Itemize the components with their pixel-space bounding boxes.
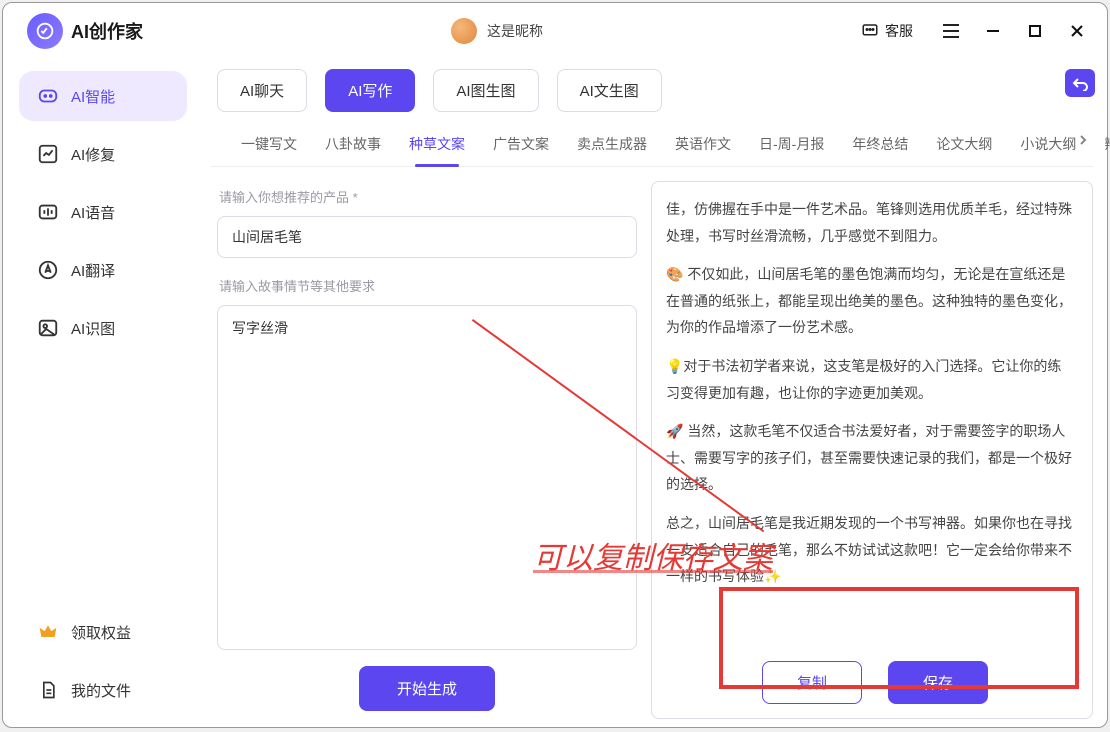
subtab-yearend[interactable]: 年终总结 [852, 126, 908, 166]
file-icon [37, 679, 59, 701]
subtab-novel[interactable]: 小说大纲 [1020, 126, 1076, 166]
return-button[interactable] [1065, 69, 1095, 97]
subtab-english[interactable]: 英语作文 [675, 126, 731, 166]
sidebar-item-myfiles[interactable]: 我的文件 [19, 665, 187, 715]
subtab-sellingpoint[interactable]: 卖点生成器 [577, 126, 647, 166]
sidebar-item-ai-smart[interactable]: AI智能 [19, 71, 187, 121]
product-label: 请输入你想推荐的产品 * [219, 187, 637, 206]
chat-icon [861, 22, 879, 40]
sidebar-item-label: AI智能 [71, 86, 115, 107]
sub-tabs: 一键写文 八卦故事 种草文案 广告文案 卖点生成器 英语作文 日-周-月报 年终… [211, 122, 1093, 167]
sidebar-item-rewards[interactable]: 领取权益 [19, 607, 187, 657]
app-logo-wrap: AI创作家 [27, 13, 143, 49]
chevron-right-icon [1077, 134, 1089, 146]
tab-write[interactable]: AI写作 [325, 69, 415, 112]
input-panel: 请输入你想推荐的产品 * 请输入故事情节等其他要求 开始生成 [217, 181, 637, 719]
titlebar: AI创作家 这是昵称 客服 [3, 3, 1107, 59]
sidebar-item-label: 领取权益 [71, 622, 131, 643]
extra-label: 请输入故事情节等其他要求 [219, 276, 637, 295]
subtab-grass[interactable]: 种草文案 [409, 126, 465, 166]
ai-translate-icon [37, 259, 59, 281]
tab-txt2img[interactable]: AI文生图 [557, 69, 662, 112]
minimize-button[interactable] [979, 17, 1007, 45]
sidebar-item-ai-voice[interactable]: AI语音 [19, 187, 187, 237]
extra-textarea[interactable] [217, 305, 637, 650]
return-icon [1071, 75, 1089, 91]
ai-repair-icon [37, 143, 59, 165]
sidebar-item-ai-image[interactable]: AI识图 [19, 303, 187, 353]
customer-service-label: 客服 [885, 21, 913, 41]
product-input[interactable] [217, 216, 637, 258]
subtab-ad[interactable]: 广告文案 [493, 126, 549, 166]
sidebar-item-ai-translate[interactable]: AI翻译 [19, 245, 187, 295]
tab-chat[interactable]: AI聊天 [217, 69, 307, 112]
subtab-scroll-right[interactable] [1073, 130, 1093, 150]
menu-button[interactable] [937, 17, 965, 45]
output-paragraph: 🎨 不仅如此，山间居毛笔的墨色饱满而均匀，无论是在宣纸还是在普通的纸张上，都能呈… [666, 261, 1074, 341]
subtab-quickwrite[interactable]: 一键写文 [241, 126, 297, 166]
copy-button[interactable]: 复制 [762, 661, 862, 704]
subtab-debate[interactable]: 辩论稿 [1104, 126, 1110, 166]
ai-image-icon [37, 317, 59, 339]
ai-voice-icon [37, 201, 59, 223]
customer-service-button[interactable]: 客服 [851, 15, 923, 47]
sidebar-item-label: 我的文件 [71, 680, 131, 701]
crown-icon [37, 621, 59, 643]
output-paragraph: 总之，山间居毛笔是我近期发现的一个书写神器。如果你也在寻找一支适合自己的毛笔，那… [666, 510, 1074, 590]
close-button[interactable] [1063, 17, 1091, 45]
subtab-gossip[interactable]: 八卦故事 [325, 126, 381, 166]
sidebar-item-label: AI语音 [71, 202, 115, 223]
tab-img2img[interactable]: AI图生图 [433, 69, 538, 112]
sidebar-item-ai-repair[interactable]: AI修复 [19, 129, 187, 179]
output-paragraph: 💡对于书法初学者来说，这支笔是极好的入门选择。它让你的练习变得更加有趣，也让你的… [666, 353, 1074, 406]
maximize-button[interactable] [1021, 17, 1049, 45]
sidebar-item-label: AI修复 [71, 144, 115, 165]
avatar[interactable] [451, 18, 477, 44]
sidebar: AI智能 AI修复 AI语音 AI翻译 AI识图 领取权益 [3, 59, 203, 727]
top-tabs: AI聊天 AI写作 AI图生图 AI文生图 [211, 65, 1093, 122]
subtab-paper[interactable]: 论文大纲 [936, 126, 992, 166]
ai-smart-icon [37, 85, 59, 107]
subtab-report[interactable]: 日-周-月报 [759, 126, 824, 166]
app-title: AI创作家 [71, 18, 143, 44]
output-text: 佳，仿佛握在手中是一件艺术品。笔锋则选用优质羊毛，经过特殊处理，书写时丝滑流畅，… [666, 196, 1084, 643]
generate-button[interactable]: 开始生成 [359, 666, 495, 711]
output-panel: 佳，仿佛握在手中是一件艺术品。笔锋则选用优质羊毛，经过特殊处理，书写时丝滑流畅，… [651, 181, 1093, 719]
output-paragraph: 🚀 当然，这款毛笔不仅适合书法爱好者，对于需要签字的职场人士、需要写字的孩子们，… [666, 418, 1074, 498]
save-button[interactable]: 保存 [888, 661, 988, 704]
app-logo-icon [27, 13, 63, 49]
nickname: 这是昵称 [487, 21, 543, 41]
output-paragraph: 佳，仿佛握在手中是一件艺术品。笔锋则选用优质羊毛，经过特殊处理，书写时丝滑流畅，… [666, 196, 1074, 249]
sidebar-item-label: AI识图 [71, 318, 115, 339]
sidebar-item-label: AI翻译 [71, 260, 115, 281]
